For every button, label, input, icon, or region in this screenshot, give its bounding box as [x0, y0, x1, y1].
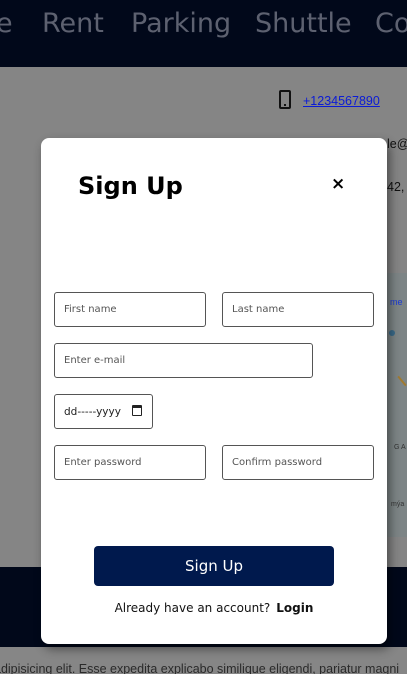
last-name-field[interactable]	[222, 292, 374, 327]
map-label: mýa	[391, 501, 405, 508]
signup-button[interactable]: Sign Up	[94, 546, 334, 586]
login-prompt: Already have an account? Login	[41, 601, 387, 615]
signup-modal: Sign Up × dd-----yyyy Sign Up Already ha…	[41, 138, 387, 644]
date-of-birth-field[interactable]: dd-----yyyy	[54, 394, 153, 429]
map-pin-icon	[389, 330, 395, 336]
phone-link[interactable]: +1234567890	[303, 94, 380, 108]
nav-item-parking[interactable]: Parking	[131, 8, 231, 39]
nav-item-partial[interactable]: e	[0, 8, 13, 39]
account-prompt-text: Already have an account?	[114, 601, 271, 615]
confirm-password-field[interactable]	[222, 445, 374, 480]
nav-item-contact[interactable]: Co	[375, 8, 407, 39]
modal-title: Sign Up	[78, 172, 183, 200]
nav-item-shuttle[interactable]: Shuttle	[255, 8, 352, 39]
close-icon[interactable]: ×	[331, 176, 345, 193]
email-text: le@	[387, 137, 407, 151]
login-link[interactable]: Login	[276, 601, 313, 615]
top-navigation: e Rent Parking Shuttle Co	[0, 0, 407, 67]
map-link[interactable]: me	[390, 297, 403, 307]
password-field[interactable]	[54, 445, 206, 480]
footer-text: adipisicing elit. Esse expedita explicab…	[0, 662, 400, 674]
phone-icon	[279, 90, 291, 109]
email-field[interactable]	[54, 343, 313, 378]
date-placeholder: dd-----yyyy	[64, 406, 121, 418]
nav-item-rent[interactable]: Rent	[42, 8, 104, 39]
first-name-field[interactable]	[54, 292, 206, 327]
address-text: 42,	[387, 180, 405, 194]
map-embed[interactable]	[387, 273, 407, 537]
map-label: G A	[394, 444, 406, 451]
calendar-icon[interactable]	[132, 405, 142, 416]
